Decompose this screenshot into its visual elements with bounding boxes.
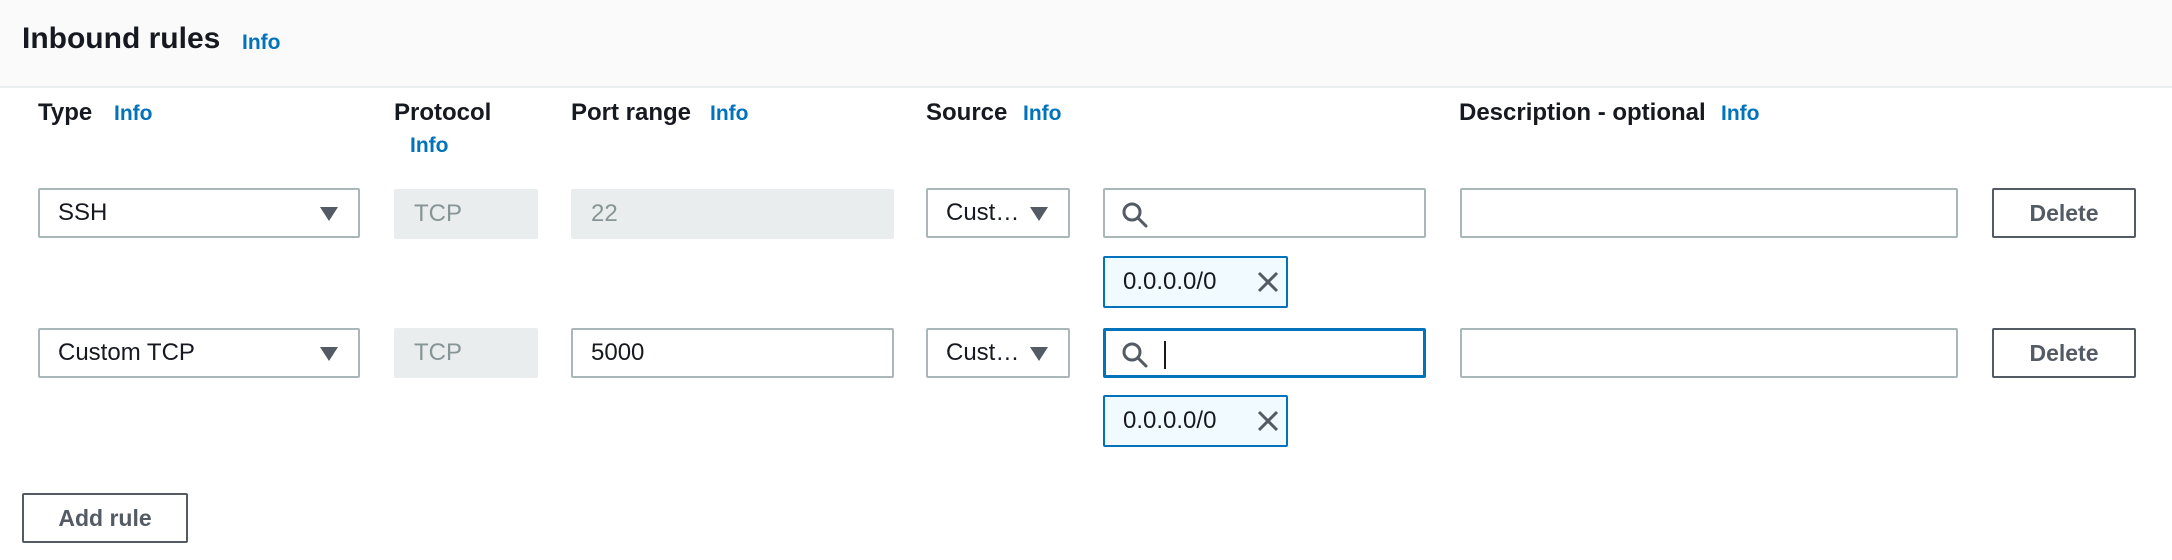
- rule-2-source-value: Cust…: [946, 339, 1020, 366]
- close-icon[interactable]: [1254, 268, 1282, 296]
- rule-1-type-select[interactable]: SSH: [38, 188, 360, 238]
- page-title: Inbound rules: [22, 22, 221, 55]
- rule-2-port-range-value: 5000: [591, 339, 645, 366]
- column-header-source: Source: [926, 99, 1008, 126]
- rule-2-delete-button[interactable]: Delete: [1992, 328, 2136, 378]
- rule-1-type-value: SSH: [58, 199, 108, 226]
- rule-2-protocol-field: TCP: [394, 328, 538, 378]
- caret-down-icon: [1030, 347, 1048, 361]
- rule-1-source-value: Cust…: [946, 199, 1020, 226]
- rule-2-cidr-token: 0.0.0.0/0: [1103, 395, 1288, 447]
- rule-2-protocol-value: TCP: [414, 339, 462, 366]
- column-header-port-range: Port range: [571, 99, 692, 126]
- rule-2-type-select[interactable]: Custom TCP: [38, 328, 360, 378]
- caret-down-icon: [320, 207, 338, 221]
- title-info-link[interactable]: Info: [242, 31, 280, 55]
- column-header-type: Type: [38, 99, 93, 126]
- rule-1-port-range-value: 22: [591, 200, 618, 227]
- rule-1-delete-button[interactable]: Delete: [1992, 188, 2136, 238]
- rule-1-source-select[interactable]: Cust…: [926, 188, 1070, 238]
- search-icon: [1122, 202, 1148, 228]
- rule-2-description-input[interactable]: [1460, 328, 1958, 378]
- rule-1-description-input[interactable]: [1460, 188, 1958, 238]
- rule-2-port-range-input[interactable]: 5000: [571, 328, 894, 378]
- port-range-info-link[interactable]: Info: [710, 102, 748, 126]
- rule-2-type-value: Custom TCP: [58, 339, 195, 366]
- close-icon[interactable]: [1254, 407, 1282, 435]
- caret-down-icon: [320, 347, 338, 361]
- protocol-info-link[interactable]: Info: [410, 134, 448, 158]
- source-info-link[interactable]: Info: [1023, 102, 1061, 126]
- rule-1-protocol-value: TCP: [414, 200, 462, 227]
- rule-2-source-select[interactable]: Cust…: [926, 328, 1070, 378]
- rule-2-cidr-search-input[interactable]: [1103, 328, 1426, 378]
- text-cursor: [1164, 341, 1166, 369]
- rule-1-port-range-field: 22: [571, 189, 894, 239]
- add-rule-button[interactable]: Add rule: [22, 493, 188, 543]
- column-header-protocol: Protocol: [394, 99, 492, 126]
- search-icon: [1122, 342, 1148, 368]
- section-header: Inbound rules Info: [0, 0, 2172, 88]
- rule-1-cidr-search-input[interactable]: [1103, 188, 1426, 238]
- description-info-link[interactable]: Info: [1721, 102, 1759, 126]
- rule-2-cidr-value: 0.0.0.0/0: [1123, 407, 1217, 434]
- type-info-link[interactable]: Info: [114, 102, 152, 126]
- rule-1-cidr-token: 0.0.0.0/0: [1103, 256, 1288, 308]
- caret-down-icon: [1030, 207, 1048, 221]
- rule-1-protocol-field: TCP: [394, 189, 538, 239]
- column-header-description: Description - optional: [1459, 99, 1706, 126]
- rule-1-cidr-value: 0.0.0.0/0: [1123, 268, 1217, 295]
